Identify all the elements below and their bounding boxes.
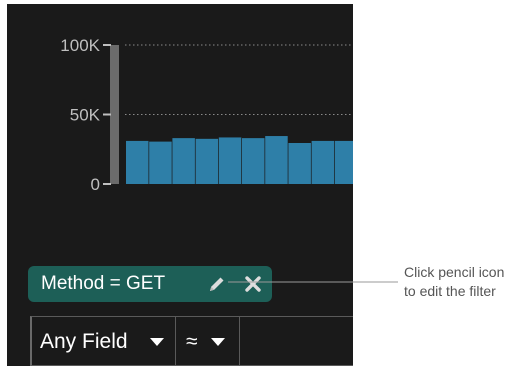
field-select-value: Any Field <box>40 330 128 353</box>
histogram-bar <box>265 136 288 184</box>
histogram-chart: 100K 50K 0 <box>60 36 353 194</box>
histogram-bar <box>172 138 195 184</box>
histogram-bar <box>242 138 265 184</box>
y-axis-scrubber <box>110 45 119 184</box>
histogram-bar <box>126 140 149 184</box>
y-tick-label: 100K <box>60 36 100 55</box>
dashboard-panel: 100K 50K 0 Method = GET Any Field ≈ <box>7 4 353 366</box>
operator-select[interactable]: ≈ <box>176 316 240 366</box>
histogram-bar <box>288 142 311 184</box>
y-tick-label: 0 <box>91 175 100 194</box>
filter-pill[interactable]: Method = GET <box>28 266 272 302</box>
histogram-bar <box>195 138 219 184</box>
chevron-down-icon <box>211 338 225 346</box>
operator-select-value: ≈ <box>186 330 198 353</box>
pencil-icon[interactable] <box>207 274 227 294</box>
chevron-down-icon <box>150 338 164 346</box>
histogram-bar <box>218 137 242 184</box>
histogram-bar <box>149 141 172 184</box>
histogram-bar <box>334 140 353 184</box>
callout-annotation: Click pencil icon to edit the filter <box>404 263 518 301</box>
query-bar: Any Field ≈ <box>30 316 353 366</box>
value-input[interactable] <box>240 316 353 366</box>
field-select[interactable]: Any Field <box>30 316 176 366</box>
close-icon[interactable] <box>244 275 262 293</box>
y-tick-label: 50K <box>70 106 101 125</box>
filter-label: Method = GET <box>41 273 166 294</box>
callout-line-1: Click pencil icon <box>404 264 505 280</box>
histogram-bar <box>311 140 335 184</box>
callout-line-2: to edit the filter <box>404 283 496 299</box>
